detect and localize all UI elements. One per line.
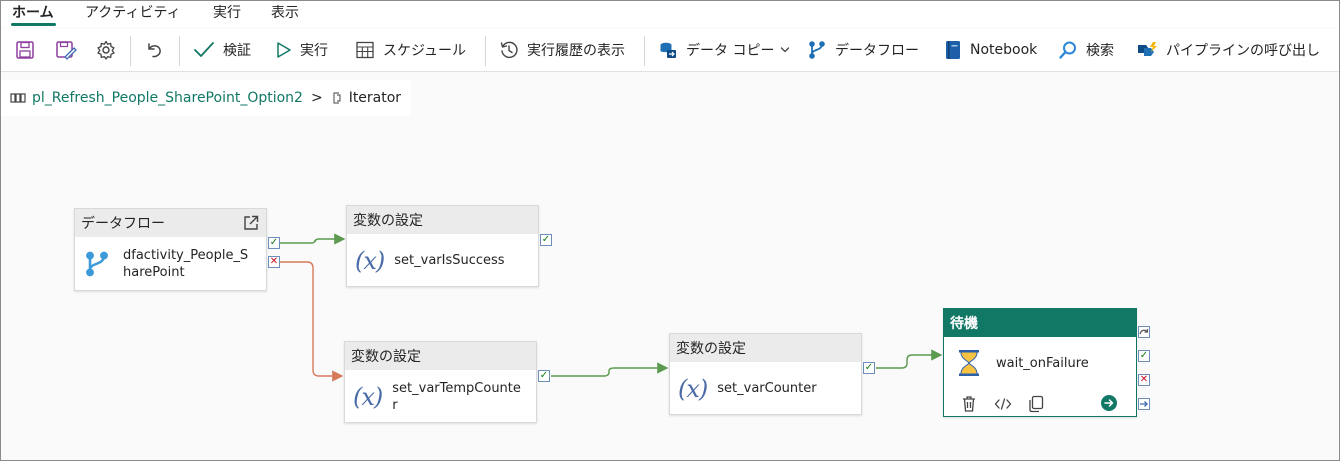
activity-wait[interactable]: 待機 wait_onFailure <box>943 308 1137 417</box>
toolbar-divider <box>130 36 131 66</box>
search-icon <box>1059 41 1076 59</box>
tab-activities[interactable]: アクティビティ <box>85 2 181 22</box>
activity-name-cont: r <box>392 397 398 413</box>
active-tab-indicator <box>11 23 56 26</box>
toolbar-divider <box>485 36 486 66</box>
run-label: 実行 <box>300 43 328 59</box>
tab-run[interactable]: 実行 <box>213 2 241 22</box>
copy-data-label: データ コピー <box>686 43 775 59</box>
on-success-port[interactable]: ✓ <box>540 234 552 246</box>
search-button[interactable]: 検索 <box>1058 28 1114 72</box>
dataflow-icon <box>86 251 108 276</box>
invoke-pipeline-button[interactable]: パイプラインの呼び出し <box>1136 28 1320 72</box>
toolbar-divider <box>179 36 180 66</box>
save-button[interactable] <box>15 28 35 72</box>
undo-icon <box>148 43 161 58</box>
activity-name: set_varCounter <box>717 381 817 396</box>
breadcrumb-pipeline-link[interactable]: pl_Refresh_People_SharePoint_Option2 <box>32 90 303 106</box>
toolbar: 検証 実行 スケジュール 実行履歴の表示 データ コピー データフロー Note… <box>1 28 1339 72</box>
open-external-icon[interactable] <box>242 214 260 232</box>
activity-name-cont: harePoint <box>123 264 185 280</box>
copy-data-icon <box>660 42 676 58</box>
save-as-template-button[interactable] <box>55 28 77 72</box>
hourglass-icon <box>959 350 979 376</box>
save-as-template-icon <box>56 41 77 60</box>
failure-connector <box>280 261 344 382</box>
calendar-icon <box>356 41 374 59</box>
on-completion-port[interactable] <box>1138 398 1150 410</box>
activity-dataflow[interactable]: データフロー dfactivity_People_S harePoint <box>74 208 267 291</box>
delete-icon[interactable] <box>961 395 977 413</box>
gear-icon <box>97 40 115 60</box>
invoke-pipeline-label: パイプラインの呼び出し <box>1166 43 1320 59</box>
toolbar-divider <box>644 36 645 66</box>
activity-name: wait_onFailure <box>996 355 1089 371</box>
on-success-port[interactable]: ✓ <box>1138 350 1150 362</box>
schedule-button[interactable]: スケジュール <box>355 28 466 72</box>
validate-button[interactable]: 検証 <box>193 28 251 72</box>
on-success-port[interactable]: ✓ <box>863 362 875 374</box>
copy-icon[interactable] <box>1028 395 1044 413</box>
on-success-port[interactable]: ✓ <box>538 370 550 382</box>
activity-name: dfactivity_People_S <box>123 247 249 263</box>
success-connector <box>280 233 346 245</box>
history-icon <box>500 41 518 59</box>
on-success-port[interactable]: ✓ <box>268 237 280 249</box>
breadcrumb-current: Iterator <box>348 90 402 106</box>
on-failure-port[interactable]: ✕ <box>268 256 280 268</box>
activity-set-variable-temp-counter[interactable]: 変数の設定 (𝑥) set_varTempCounte r <box>344 341 537 423</box>
notebook-icon <box>946 41 960 59</box>
dataflow-label: データフロー <box>835 43 919 59</box>
schedule-label: スケジュール <box>383 43 467 59</box>
activity-type-label: 待機 <box>950 316 978 332</box>
undo-button[interactable] <box>144 28 164 72</box>
notebook-label: Notebook <box>970 42 1038 58</box>
variable-icon: (𝑥) <box>678 374 708 403</box>
activity-type-label: 変数の設定 <box>351 349 421 365</box>
code-icon[interactable] <box>994 395 1012 413</box>
foreach-icon <box>333 92 341 104</box>
activity-name: set_varIsSuccess <box>394 253 505 268</box>
checkmark-icon <box>194 42 214 57</box>
tab-home[interactable]: ホーム <box>12 2 54 22</box>
view-run-history-label: 実行履歴の表示 <box>527 43 625 59</box>
activity-set-variable-counter[interactable]: 変数の設定 (𝑥) set_varCounter <box>669 333 862 415</box>
save-icon <box>16 41 34 59</box>
breadcrumb: pl_Refresh_People_SharePoint_Option2 > I… <box>1 80 411 116</box>
variable-icon: (𝑥) <box>355 246 385 275</box>
dataflow-button[interactable]: データフロー <box>807 28 919 72</box>
chevron-down-icon <box>781 47 790 53</box>
menu-tabs: ホーム アクティビティ 実行 表示 <box>1 1 1339 27</box>
pipeline-icon <box>10 93 26 103</box>
play-icon <box>277 42 291 58</box>
validate-label: 検証 <box>223 43 251 59</box>
completion-arrow-icon <box>1140 401 1148 407</box>
activity-set-variable-success[interactable]: 変数の設定 (𝑥) set_varIsSuccess <box>346 205 539 287</box>
search-label: 検索 <box>1086 43 1114 59</box>
on-failure-port[interactable]: ✕ <box>1138 374 1150 386</box>
success-connector <box>876 349 943 369</box>
skip-arrow-icon <box>1139 329 1149 335</box>
breadcrumb-separator: > <box>310 90 323 106</box>
view-run-history-button[interactable]: 実行履歴の表示 <box>499 28 625 72</box>
invoke-pipeline-icon <box>1138 42 1157 56</box>
notebook-button[interactable]: Notebook <box>944 28 1037 72</box>
activity-name: set_varTempCounte <box>392 380 521 396</box>
dataflow-icon <box>809 41 825 59</box>
copy-data-button[interactable]: データ コピー <box>658 28 790 72</box>
activity-type-label: 変数の設定 <box>676 341 746 357</box>
activity-type-label: データフロー <box>81 216 165 232</box>
tab-view[interactable]: 表示 <box>271 2 299 22</box>
on-skip-port[interactable] <box>1138 326 1150 338</box>
success-connector <box>551 362 669 377</box>
arrow-right-circle-icon[interactable] <box>1100 394 1118 412</box>
variable-icon: (𝑥) <box>353 382 383 411</box>
run-button[interactable]: 実行 <box>276 28 328 72</box>
activity-actions <box>944 391 1136 417</box>
settings-button[interactable] <box>96 28 116 72</box>
activity-type-label: 変数の設定 <box>353 213 423 229</box>
